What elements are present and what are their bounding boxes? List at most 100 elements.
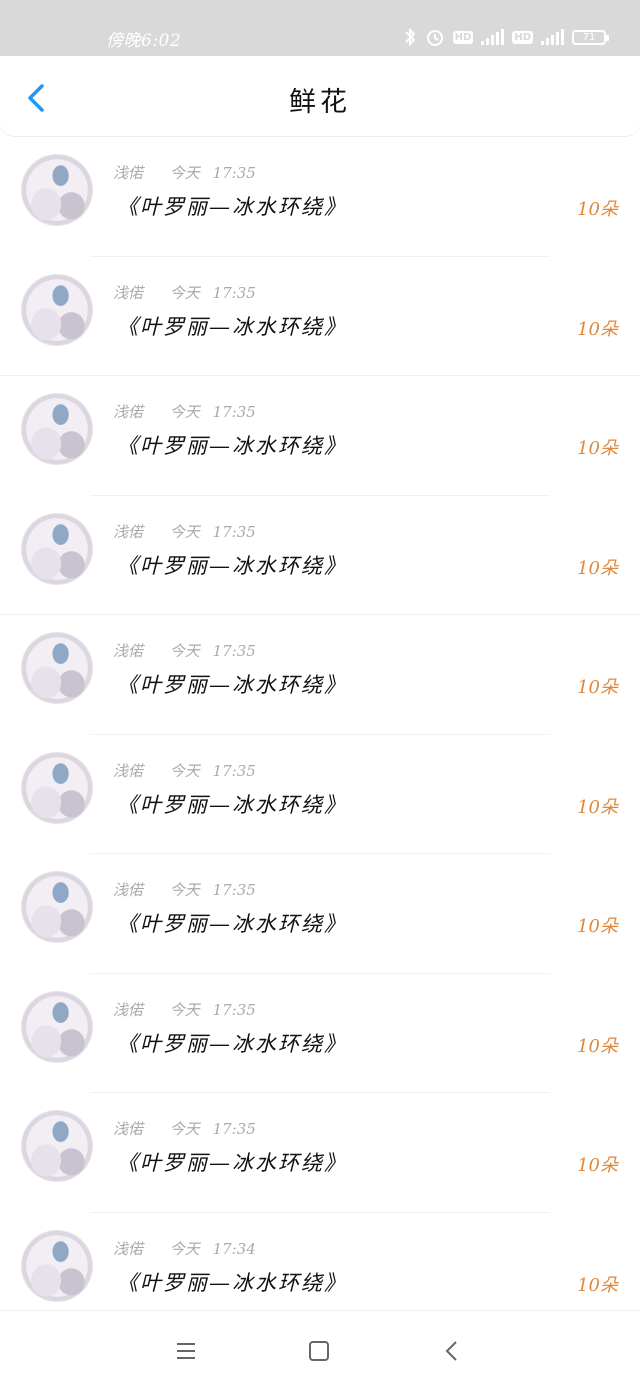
list-item[interactable]: 浅偌 今天 17:35 《叶罗丽—冰水环绕》 10朵 (0, 974, 640, 1093)
sender-name[interactable]: 浅偌 (113, 1240, 143, 1258)
gift-title: 《叶罗丽—冰水环绕》 (117, 195, 347, 219)
sender-name[interactable]: 浅偌 (113, 164, 143, 182)
header: 鲜花 (0, 56, 640, 136)
list-item[interactable]: 浅偌 今天 17:35 《叶罗丽—冰水环绕》 10朵 (0, 615, 640, 735)
item-time: 17:35 (212, 164, 256, 182)
home-icon (309, 1341, 329, 1361)
gift-title: 《叶罗丽—冰水环绕》 (117, 1151, 347, 1175)
gift-title: 《叶罗丽—冰水环绕》 (117, 792, 347, 817)
item-date: 今天 (169, 164, 200, 182)
item-meta: 浅偌 今天 17:35 (113, 1118, 256, 1139)
menu-button[interactable] (174, 1339, 198, 1363)
battery-level: 71 (582, 31, 596, 43)
flower-count: 10朵 (577, 796, 618, 818)
item-time: 17:35 (212, 522, 256, 541)
item-meta: 浅偌 今天 17:35 (113, 282, 256, 303)
gift-title: 《叶罗丽—冰水环绕》 (117, 314, 347, 339)
avatar[interactable] (21, 632, 93, 704)
sender-name[interactable]: 浅偌 (113, 1001, 143, 1019)
sender-name[interactable]: 浅偌 (113, 403, 143, 421)
signal-icon (481, 29, 505, 45)
bluetooth-icon (404, 27, 416, 47)
sender-name[interactable]: 浅偌 (113, 284, 143, 302)
item-date: 今天 (169, 283, 200, 302)
item-meta: 浅偌 今天 17:35 (113, 162, 256, 183)
item-time: 17:35 (212, 1000, 256, 1019)
item-date: 今天 (169, 1239, 200, 1258)
status-time: 傍晚6:02 (106, 31, 182, 51)
hd-icon: HD (452, 30, 474, 44)
item-time: 17:35 (212, 761, 256, 780)
avatar[interactable] (21, 154, 93, 226)
menu-icon (177, 1343, 195, 1359)
item-meta: 浅偌 今天 17:34 (113, 1238, 256, 1259)
item-date: 今天 (169, 1120, 200, 1138)
list-item[interactable]: 浅偌 今天 17:35 《叶罗丽—冰水环绕》 10朵 (0, 854, 640, 974)
home-button[interactable] (307, 1339, 331, 1363)
item-meta: 浅偌 今天 17:35 (113, 760, 256, 781)
item-date: 今天 (169, 761, 200, 780)
item-meta: 浅偌 今天 17:35 (113, 879, 256, 900)
item-meta: 浅偌 今天 17:35 (113, 521, 256, 542)
avatar[interactable] (21, 1229, 93, 1302)
item-time: 17:35 (212, 403, 256, 421)
item-meta: 浅偌 今天 17:35 (113, 640, 256, 661)
flower-count: 10朵 (577, 438, 618, 459)
sender-name[interactable]: 浅偌 (113, 762, 143, 780)
item-time: 17:35 (212, 1120, 256, 1138)
avatar[interactable] (21, 273, 93, 346)
gift-title: 《叶罗丽—冰水环绕》 (117, 1031, 347, 1056)
sender-name[interactable]: 浅偌 (113, 523, 143, 541)
page-title: 鲜花 (289, 87, 351, 118)
gift-title: 《叶罗丽—冰水环绕》 (117, 553, 347, 578)
gift-title: 《叶罗丽—冰水环绕》 (117, 434, 347, 458)
gift-title: 《叶罗丽—冰水环绕》 (117, 912, 347, 936)
item-time: 17:35 (212, 642, 256, 660)
avatar[interactable] (21, 512, 93, 585)
avatar[interactable] (21, 393, 93, 465)
item-date: 今天 (169, 881, 200, 899)
flower-count: 10朵 (577, 199, 618, 220)
alarm-icon (426, 30, 443, 46)
nav-back-button[interactable] (440, 1339, 464, 1363)
avatar[interactable] (21, 751, 93, 824)
hd-icon: HD (512, 30, 533, 44)
flower-count: 10朵 (577, 318, 618, 340)
nav-back-icon (445, 1341, 457, 1361)
list-item[interactable]: 浅偌 今天 17:35 《叶罗丽—冰水环绕》 10朵 (0, 496, 640, 615)
status-icons: HD HD 71 (403, 26, 609, 48)
gift-list: 浅偌 今天 17:35 《叶罗丽—冰水环绕》 10朵 浅偌 今天 17:35 《… (0, 137, 640, 1332)
item-date: 今天 (169, 522, 200, 541)
flower-count: 10朵 (577, 1274, 618, 1296)
sender-name[interactable]: 浅偌 (113, 881, 143, 899)
item-time: 17:35 (212, 881, 256, 899)
status-bar: 傍晚6:02 HD HD 71 (0, 0, 640, 56)
sender-name[interactable]: 浅偌 (113, 642, 143, 660)
battery-icon: 71 (572, 29, 609, 45)
item-time: 17:35 (212, 283, 256, 302)
flower-count: 10朵 (577, 557, 618, 579)
item-meta: 浅偌 今天 17:35 (113, 401, 256, 422)
gift-title: 《叶罗丽—冰水环绕》 (117, 1270, 347, 1295)
flower-count: 10朵 (577, 1155, 618, 1176)
list-item[interactable]: 浅偌 今天 17:35 《叶罗丽—冰水环绕》 10朵 (0, 376, 640, 496)
item-date: 今天 (169, 642, 200, 660)
item-time: 17:34 (212, 1239, 256, 1258)
list-item[interactable]: 浅偌 今天 17:35 《叶罗丽—冰水环绕》 10朵 (0, 257, 640, 376)
item-meta: 浅偌 今天 17:35 (113, 999, 256, 1020)
signal-icon (541, 29, 564, 45)
list-item[interactable]: 浅偌 今天 17:35 《叶罗丽—冰水环绕》 10朵 (0, 735, 640, 854)
flower-count: 10朵 (577, 677, 618, 698)
list-item[interactable]: 浅偌 今天 17:35 《叶罗丽—冰水环绕》 10朵 (0, 137, 640, 257)
flower-count: 10朵 (577, 916, 618, 937)
item-date: 今天 (169, 403, 200, 421)
item-date: 今天 (169, 1000, 200, 1019)
list-item[interactable]: 浅偌 今天 17:35 《叶罗丽—冰水环绕》 10朵 (0, 1093, 640, 1213)
avatar[interactable] (21, 990, 93, 1063)
gift-title: 《叶罗丽—冰水环绕》 (117, 673, 347, 697)
flower-count: 10朵 (577, 1035, 618, 1057)
avatar[interactable] (21, 871, 93, 943)
avatar[interactable] (21, 1110, 93, 1182)
sender-name[interactable]: 浅偌 (113, 1120, 143, 1138)
system-nav-bar (0, 1310, 640, 1388)
